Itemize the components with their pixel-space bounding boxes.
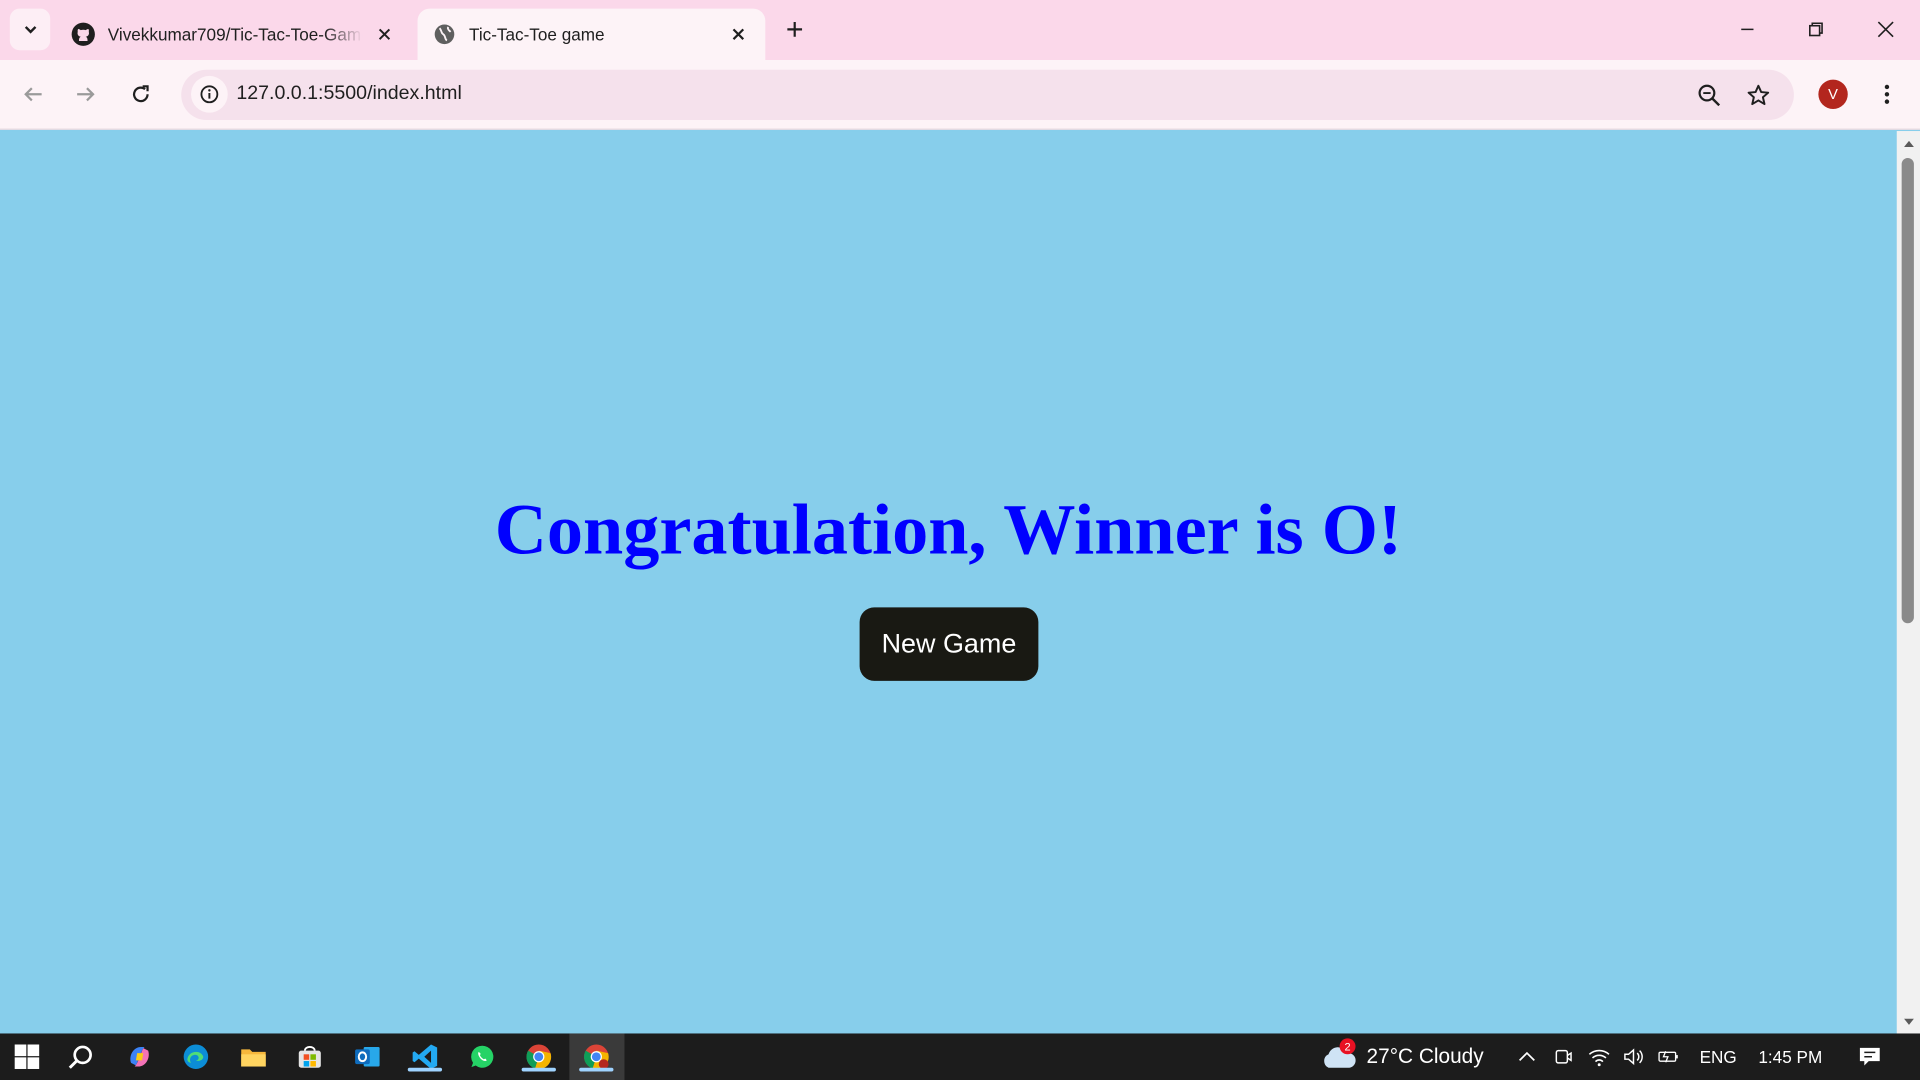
profile-avatar[interactable]: V: [1818, 79, 1848, 109]
whatsapp-icon[interactable]: [467, 1041, 499, 1073]
chrome-profile-icon[interactable]: [579, 1041, 614, 1073]
edge-icon[interactable]: [180, 1041, 212, 1073]
restore-button[interactable]: [1799, 12, 1833, 46]
volume-icon[interactable]: [1622, 1046, 1644, 1068]
close-window-button[interactable]: [1869, 12, 1903, 46]
scroll-down-icon[interactable]: [1900, 1014, 1916, 1030]
running-indicator: [521, 1067, 556, 1072]
browser-menu-button[interactable]: [1872, 80, 1901, 109]
page-scrollbar[interactable]: [1896, 131, 1920, 1034]
tab-title: Tic-Tac-Toe game: [468, 24, 605, 45]
minimize-icon: [1741, 28, 1754, 31]
globe-icon: [432, 22, 456, 46]
outlook-icon[interactable]: [351, 1041, 383, 1073]
info-icon: [200, 85, 219, 104]
scroll-thumb[interactable]: [1901, 157, 1914, 624]
wifi-icon[interactable]: [1588, 1046, 1610, 1068]
microsoft-store-icon[interactable]: [294, 1041, 326, 1073]
page-viewport: Congratulation, Winner is O! New Game: [0, 131, 1897, 1034]
back-button[interactable]: [18, 80, 47, 109]
chevron-down-icon: [24, 26, 36, 34]
minimize-button[interactable]: [1730, 12, 1764, 46]
tab-search-button[interactable]: [9, 8, 51, 51]
file-explorer-icon[interactable]: [238, 1041, 270, 1073]
arrow-left-icon: [24, 87, 42, 102]
arrow-right-icon: [77, 87, 95, 102]
bookmark-button[interactable]: [1744, 81, 1773, 110]
close-icon[interactable]: [372, 22, 396, 46]
notification-icon[interactable]: [1859, 1046, 1881, 1068]
forward-button[interactable]: [71, 80, 100, 109]
scroll-up-icon[interactable]: [1900, 135, 1916, 151]
site-info-button[interactable]: [191, 75, 228, 113]
address-bar[interactable]: 127.0.0.1:5500/index.html: [181, 69, 1794, 121]
url-text[interactable]: 127.0.0.1:5500/index.html: [236, 83, 461, 105]
clock[interactable]: 1:45 PM: [1758, 1047, 1822, 1067]
running-indicator: [407, 1067, 443, 1072]
reload-icon: [132, 85, 149, 103]
close-icon: [1877, 21, 1894, 38]
plus-icon: [787, 22, 803, 37]
copilot-icon[interactable]: [124, 1041, 156, 1073]
windows-taskbar: 27°C Cloudy 2 ENG 1:45 PM: [0, 1033, 1920, 1080]
camera-icon[interactable]: [1553, 1046, 1575, 1068]
new-game-button[interactable]: New Game: [859, 607, 1039, 681]
windows-start-icon[interactable]: [11, 1041, 43, 1073]
tab-github[interactable]: Vivekkumar709/Tic-Tac-Toe-Game: [56, 9, 411, 60]
new-tab-button[interactable]: [780, 15, 809, 44]
star-icon: [1747, 84, 1770, 106]
github-icon: [71, 22, 95, 46]
chrome-icon[interactable]: [521, 1041, 556, 1073]
reload-button[interactable]: [126, 80, 155, 109]
browser-toolbar: 127.0.0.1:5500/index.html V: [0, 60, 1920, 130]
chevron-up-icon[interactable]: [1516, 1046, 1538, 1068]
zoom-out-icon: [1698, 84, 1721, 107]
search-icon[interactable]: [65, 1041, 97, 1073]
vscode-icon[interactable]: [407, 1041, 443, 1073]
tab-strip: Vivekkumar709/Tic-Tac-Toe-Game Tic-Tac-T…: [0, 0, 1920, 61]
more-vertical-icon: [1884, 84, 1890, 104]
restore-icon: [1809, 22, 1823, 37]
running-indicator: [579, 1067, 614, 1072]
tab-title: Vivekkumar709/Tic-Tac-Toe-Game: [107, 24, 363, 45]
close-icon[interactable]: [726, 22, 750, 46]
language-indicator[interactable]: ENG: [1700, 1047, 1737, 1067]
tab-tic-tac-toe[interactable]: Tic-Tac-Toe game: [417, 8, 766, 61]
winner-message: Congratulation, Winner is O!: [494, 488, 1402, 570]
zoom-button[interactable]: [1695, 81, 1724, 110]
battery-icon[interactable]: [1658, 1046, 1680, 1068]
weather-badge: 2: [1339, 1038, 1356, 1055]
weather-text: 27°C Cloudy: [1366, 1044, 1484, 1068]
